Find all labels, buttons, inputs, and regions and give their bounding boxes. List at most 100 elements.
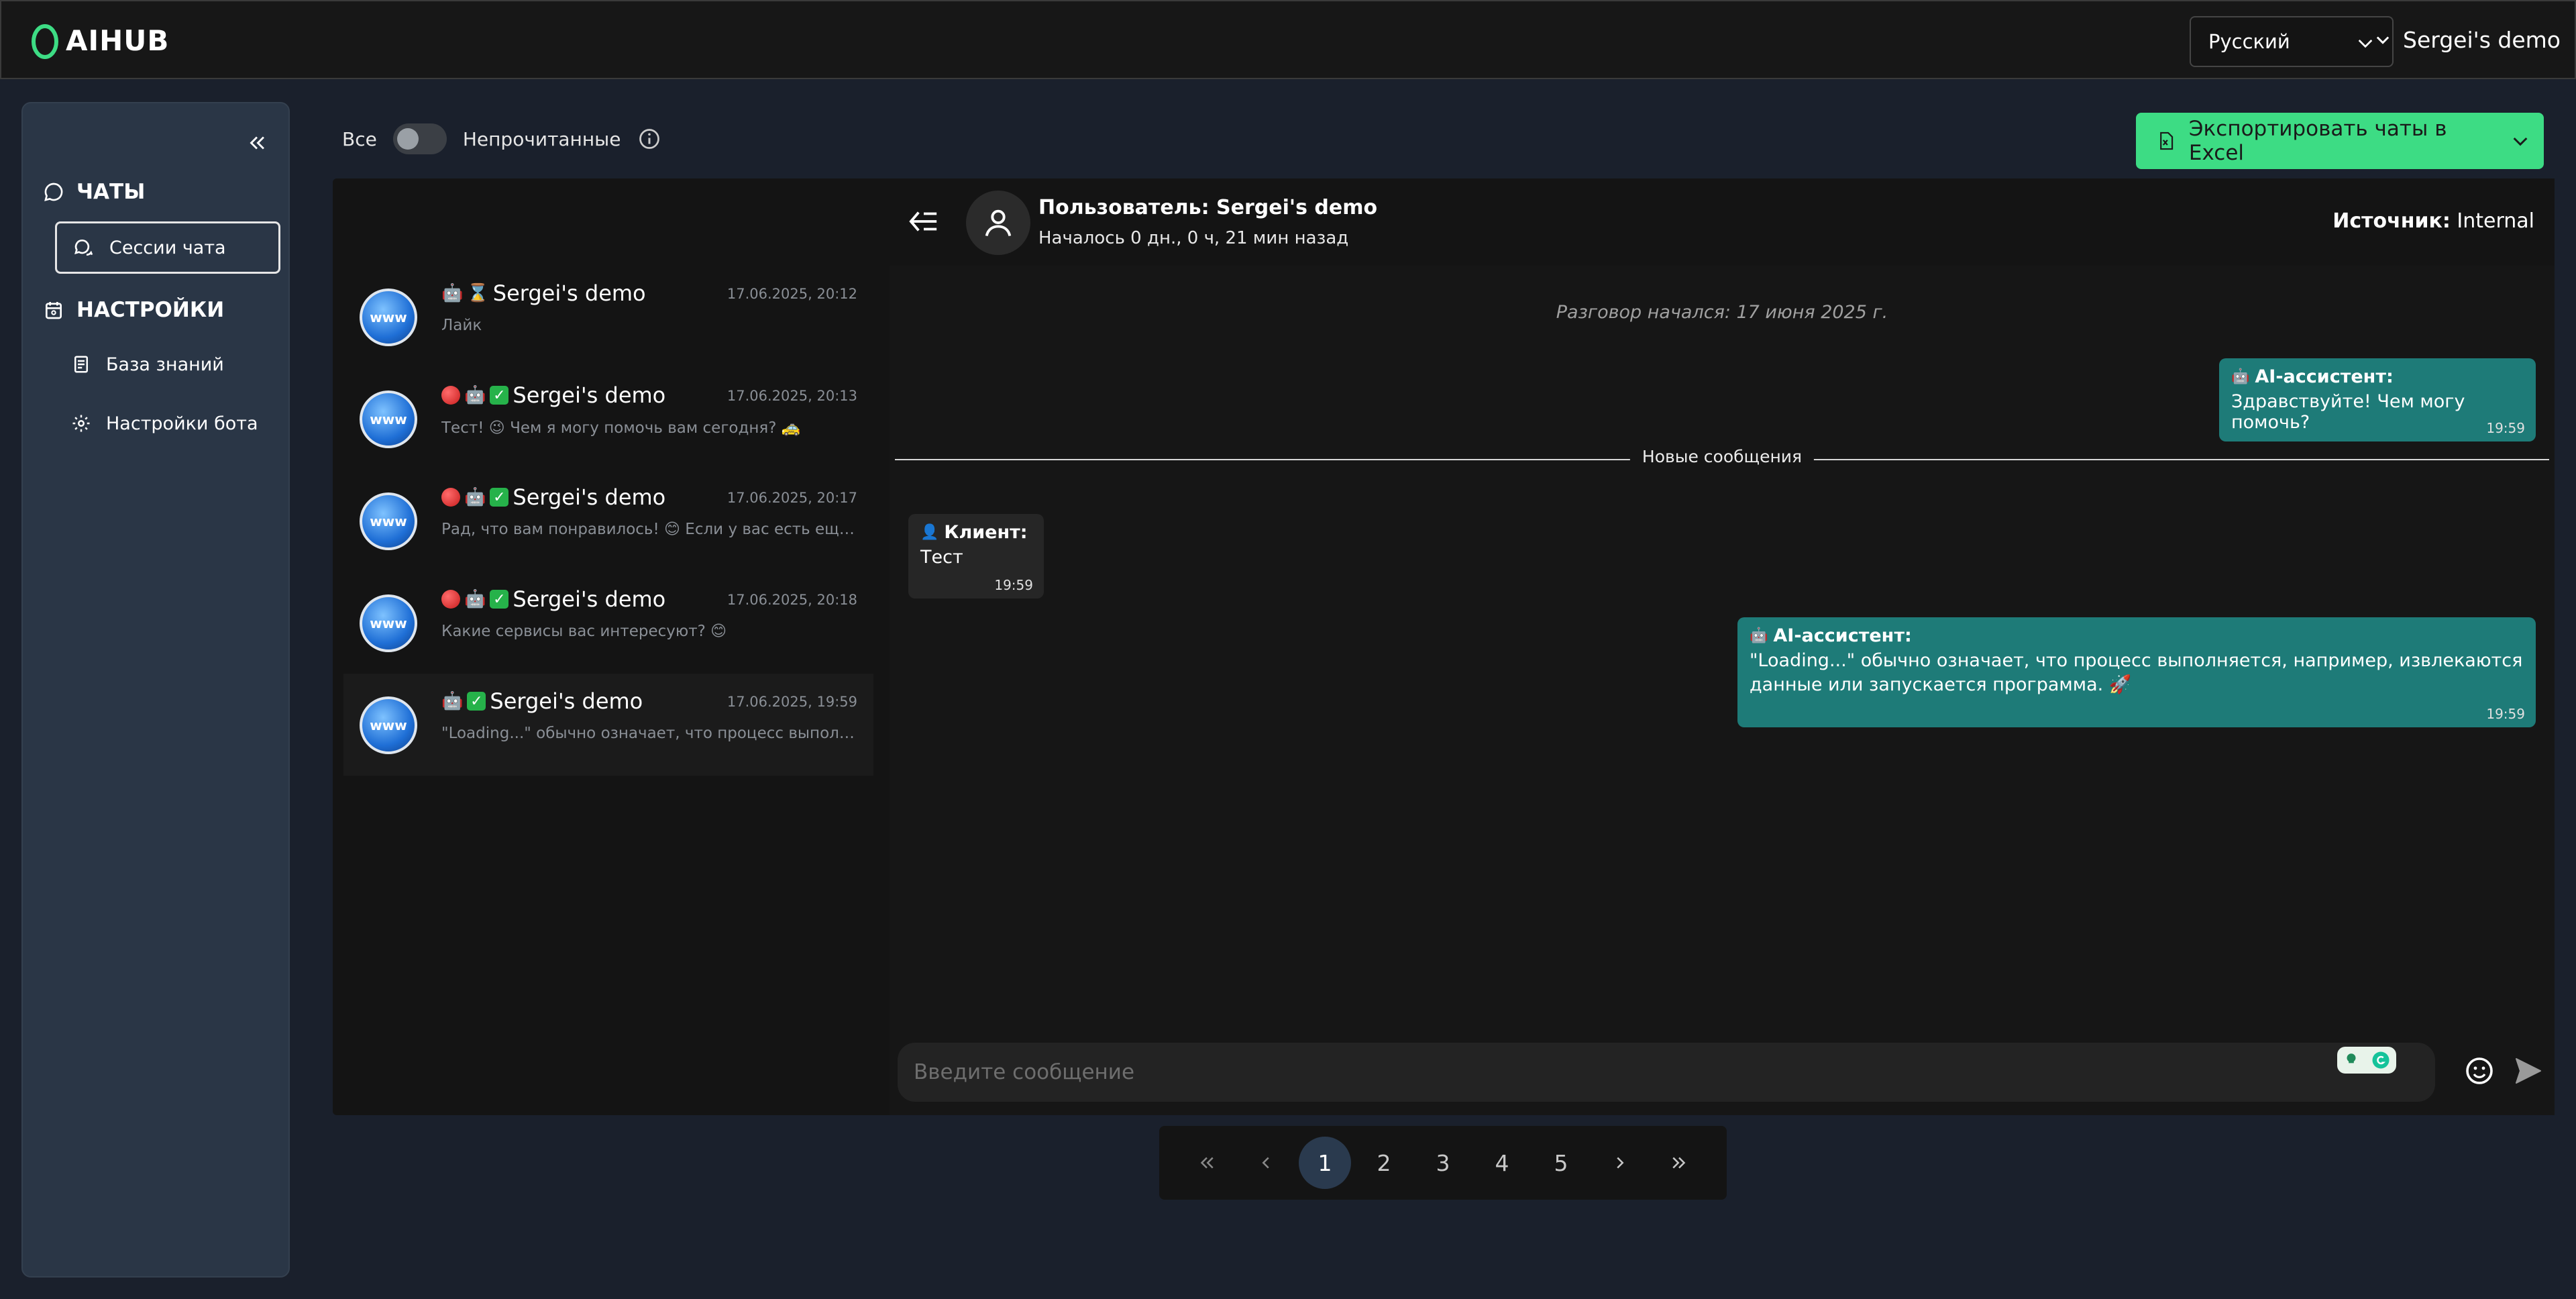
chat-title: 🤖 ✓ Sergei's demo <box>441 382 665 408</box>
chat-preview: "Loading..." обычно означает, что процес… <box>441 725 860 742</box>
chat-time: 17.06.2025, 20:18 <box>727 592 857 608</box>
sidebar-item-knowledge-base[interactable]: База знаний <box>55 338 280 391</box>
channel-avatar: www <box>360 289 417 346</box>
chat-name-text: Sergei's demo <box>513 382 666 408</box>
double-chevron-right-icon <box>1672 1157 1686 1169</box>
message-author-label: AI-ассистент: <box>1773 625 1912 646</box>
chat-name-text: Sergei's demo <box>490 688 643 714</box>
export-excel-main[interactable]: Экспортировать чаты в Excel <box>2136 117 2497 165</box>
check-mark-icon: ✓ <box>490 590 509 609</box>
page-button[interactable]: 4 <box>1476 1137 1528 1189</box>
account-name: Sergei's demo <box>2403 27 2561 53</box>
calendar-settings-icon <box>46 302 62 319</box>
chat-list-item[interactable]: www 🤖 ✓ Sergei's demo 17.06.2025, 20:18 … <box>343 572 873 674</box>
sidebar-item-label: Настройки бота <box>106 413 258 434</box>
export-options-toggle[interactable] <box>2497 113 2544 169</box>
last-page-button[interactable] <box>1653 1137 1705 1189</box>
unread-toggle[interactable] <box>392 123 447 154</box>
chat-filter: Все Непрочитанные <box>342 123 661 154</box>
logo-text: AIHUB <box>66 23 170 57</box>
message-input[interactable] <box>914 1043 2322 1102</box>
page-button[interactable]: 2 <box>1358 1137 1410 1189</box>
chat-panel: www 🤖 ⌛ Sergei's demo 17.06.2025, 20:12 … <box>333 178 2555 1115</box>
message-text-line-2: данные или запускается программа. 🚀 <box>1750 674 2132 695</box>
chats-heading-label: ЧАТЫ <box>76 180 146 204</box>
grammarly-widget[interactable] <box>2337 1047 2396 1074</box>
chevron-down-icon <box>2376 36 2390 44</box>
logo[interactable]: AIHUB <box>30 21 169 59</box>
chat-preview: Рад, что вам понравилось! 😊 Если у вас е… <box>441 521 860 538</box>
send-button[interactable] <box>2512 1055 2545 1090</box>
chat-bubble-icon <box>44 183 63 201</box>
next-page-button[interactable] <box>1594 1137 1646 1189</box>
double-chevron-left-icon <box>1200 1157 1214 1169</box>
book-icon <box>74 356 88 373</box>
filter-all-label: Все <box>342 127 377 150</box>
conversation-duration: Началось 0 дн., 0 ч, 21 мин назад <box>1038 228 1349 248</box>
red-circle-icon <box>441 386 460 405</box>
sidebar-item-label: База знаний <box>106 354 224 375</box>
message-text-line-1: "Loading..." обычно означает, что процес… <box>1750 650 2523 671</box>
channel-avatar: www <box>360 391 417 448</box>
message-author-label: Клиент: <box>944 522 1028 543</box>
new-messages-label: Новые сообщения <box>1629 447 1815 466</box>
chat-list-item[interactable]: www 🤖 ✓ Sergei's demo 17.06.2025, 19:59 … <box>343 674 873 776</box>
chat-time: 17.06.2025, 20:13 <box>727 388 857 404</box>
chat-name-text: Sergei's demo <box>492 280 646 306</box>
chat-preview: Тест! 😉 Чем я могу помочь вам сегодня? 🚕 <box>441 419 801 437</box>
message-time: 19:59 <box>994 577 1033 593</box>
collapse-list-button[interactable] <box>908 208 939 238</box>
page-button[interactable]: 1 <box>1299 1137 1351 1189</box>
sidebar-item-bot-settings[interactable]: Настройки бота <box>55 397 280 450</box>
sidebar-item-chat-sessions[interactable]: Сессии чата <box>55 221 280 274</box>
page-button[interactable]: 3 <box>1417 1137 1469 1189</box>
chat-list-item[interactable]: www 🤖 ✓ Sergei's demo 17.06.2025, 20:17 … <box>343 470 873 572</box>
chat-time: 17.06.2025, 20:12 <box>727 286 857 302</box>
channel-avatar: www <box>360 492 417 550</box>
chat-name-text: Sergei's demo <box>513 586 666 612</box>
info-icon[interactable] <box>637 127 661 151</box>
chevron-down-icon <box>2513 137 2528 146</box>
message-author: 🤖 AI-ассистент: <box>2231 366 2524 387</box>
chat-time: 17.06.2025, 20:17 <box>727 490 857 506</box>
double-chevron-left-icon <box>250 136 264 150</box>
export-excel-button[interactable]: Экспортировать чаты в Excel <box>2136 113 2544 169</box>
message-author-label: AI-ассистент: <box>2255 366 2394 387</box>
sidebar-item-label: Сессии чата <box>109 237 226 258</box>
filter-unread-label: Непрочитанные <box>462 127 621 150</box>
conversation-source: Источник: Internal <box>2332 209 2534 233</box>
robot-icon: 🤖 <box>2231 368 2250 385</box>
settings-section-heading: НАСТРОЙКИ <box>43 298 224 322</box>
source-value: Internal <box>2457 209 2534 233</box>
robot-icon: 🤖 <box>1750 627 1768 644</box>
chat-preview: Какие сервисы вас интересуют? 😊 <box>441 623 727 640</box>
sidebar: ЧАТЫ Сессии чата НАСТРОЙКИ База знаний Н… <box>21 102 290 1278</box>
previous-page-button[interactable] <box>1240 1137 1292 1189</box>
chat-name-text: Sergei's demo <box>513 484 666 510</box>
message-text: Здравствуйте! Чем могу помочь? <box>2231 391 2465 433</box>
message-time: 19:59 <box>2486 706 2525 722</box>
check-mark-icon: ✓ <box>467 692 486 711</box>
collapse-sidebar-button[interactable] <box>246 132 268 157</box>
language-select[interactable]: Русский <box>2190 16 2394 67</box>
send-icon <box>2516 1058 2541 1084</box>
first-page-button[interactable] <box>1181 1137 1233 1189</box>
top-bar: AIHUB Русский Sergei's demo <box>0 0 2576 79</box>
bulb-icon <box>2347 1053 2356 1067</box>
robot-icon: 🤖 <box>464 589 486 609</box>
chat-list-item[interactable]: www 🤖 ✓ Sergei's demo 17.06.2025, 20:13 … <box>343 368 873 470</box>
robot-icon: 🤖 <box>464 385 486 405</box>
check-mark-icon: ✓ <box>490 386 509 405</box>
message-text: Тест <box>920 547 963 568</box>
chats-icon <box>74 239 93 256</box>
settings-heading-label: НАСТРОЙКИ <box>76 298 225 322</box>
emoji-button[interactable] <box>2463 1055 2496 1090</box>
robot-icon: 🤖 <box>441 691 464 711</box>
red-circle-icon <box>441 488 460 507</box>
chat-list-item[interactable]: www 🤖 ⌛ Sergei's demo 17.06.2025, 20:12 … <box>343 266 873 368</box>
chats-section-heading: ЧАТЫ <box>43 180 145 204</box>
account-menu[interactable]: Sergei's demo <box>2373 27 2561 53</box>
robot-icon: 🤖 <box>441 283 464 303</box>
chevron-left-icon <box>1262 1157 1269 1169</box>
page-button[interactable]: 5 <box>1535 1137 1587 1189</box>
